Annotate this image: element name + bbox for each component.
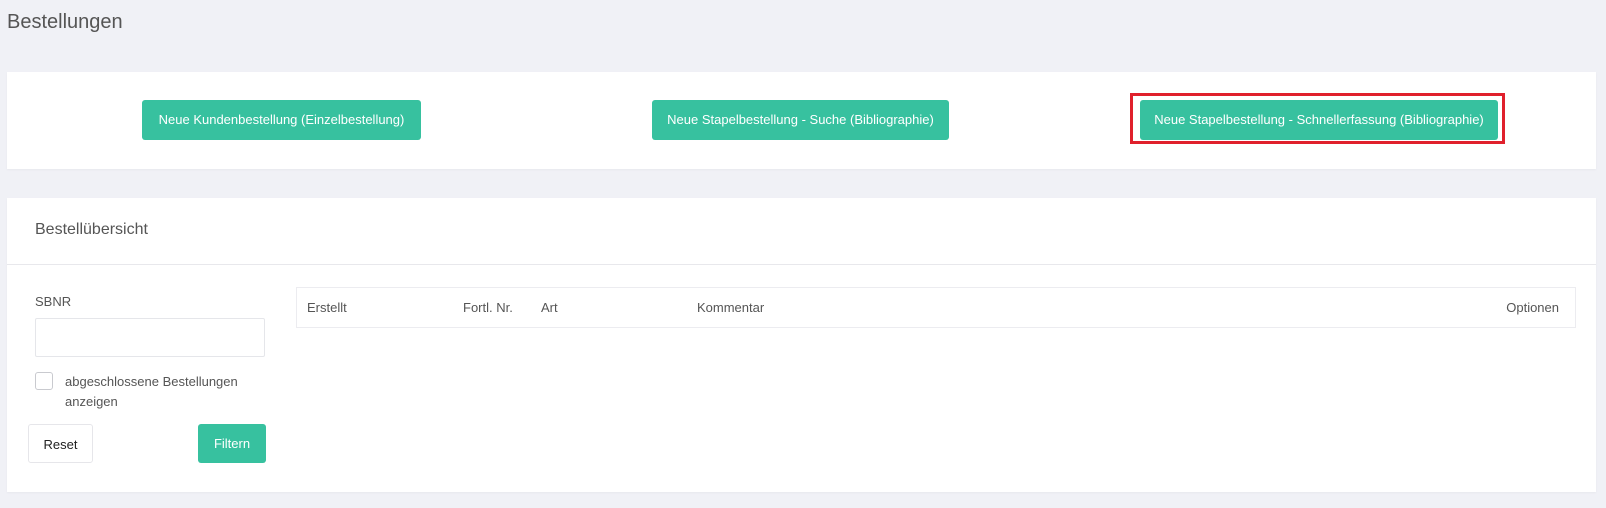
sbnr-input[interactable] <box>35 318 265 357</box>
overview-title: Bestellübersicht <box>35 221 148 238</box>
new-batch-order-quick-entry-button[interactable]: Neue Stapelbestellung - Schnellerfassung… <box>1140 100 1498 140</box>
new-order-actions-card: Neue Kundenbestellung (Einzelbestellung)… <box>7 72 1596 169</box>
column-header-type[interactable]: Art <box>541 300 558 315</box>
divider <box>7 264 1596 265</box>
orders-table: Erstellt Fortl. Nr. Art Kommentar Option… <box>296 287 1576 328</box>
column-header-sequence-number[interactable]: Fortl. Nr. <box>463 300 513 315</box>
column-header-created[interactable]: Erstellt <box>307 300 347 315</box>
show-closed-orders-label: abgeschlossene Bestellungen anzeigen <box>65 374 238 409</box>
new-customer-order-button[interactable]: Neue Kundenbestellung (Einzelbestellung) <box>142 100 421 140</box>
reset-button[interactable]: Reset <box>28 424 93 463</box>
filter-button[interactable]: Filtern <box>198 424 266 463</box>
column-header-comment[interactable]: Kommentar <box>697 300 764 315</box>
sbnr-label: SBNR <box>35 294 72 309</box>
order-overview-card: Bestellübersicht SBNR abgeschlossene Bes… <box>7 198 1596 492</box>
new-batch-order-search-button[interactable]: Neue Stapelbestellung - Suche (Bibliogra… <box>652 100 949 140</box>
page-title: Bestellungen <box>7 11 123 33</box>
column-header-options: Optionen <box>1506 300 1559 315</box>
show-closed-orders-checkbox[interactable] <box>35 372 53 390</box>
